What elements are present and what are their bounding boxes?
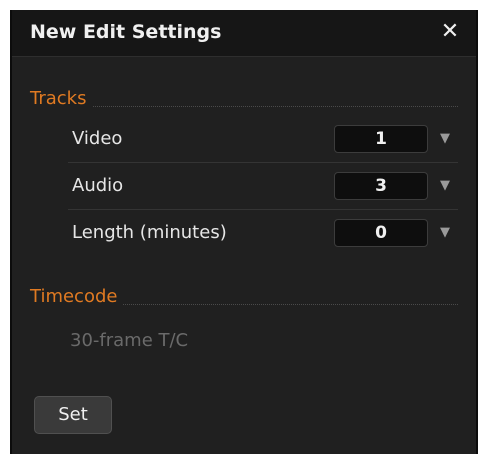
tracks-heading: Tracks (30, 88, 93, 109)
section-divider (30, 106, 458, 107)
audio-tracks-dropdown-icon[interactable]: ▼ (434, 175, 456, 197)
length-minutes-dropdown-icon[interactable]: ▼ (434, 222, 456, 244)
video-tracks-dropdown-icon[interactable]: ▼ (434, 128, 456, 150)
length-minutes-label: Length (minutes) (72, 222, 227, 243)
audio-tracks-label: Audio (72, 175, 124, 196)
timecode-section-header: Timecode (30, 286, 458, 310)
set-button[interactable]: Set (34, 396, 112, 434)
tracks-section-header: Tracks (30, 88, 458, 112)
audio-tracks-input[interactable]: 3 (334, 172, 428, 200)
close-icon[interactable]: ✕ (438, 19, 462, 45)
audio-tracks-row: Audio 3 ▼ (68, 163, 458, 210)
new-edit-settings-dialog: New Edit Settings ✕ Tracks Video 1 ▼ Aud… (10, 10, 478, 454)
dialog-titlebar[interactable]: New Edit Settings ✕ (12, 10, 476, 57)
dialog-title: New Edit Settings (30, 21, 222, 43)
timecode-value: 30-frame T/C (70, 330, 189, 351)
timecode-heading: Timecode (30, 286, 124, 307)
video-tracks-input[interactable]: 1 (334, 125, 428, 153)
length-minutes-row: Length (minutes) 0 ▼ (68, 210, 458, 256)
length-minutes-input[interactable]: 0 (334, 219, 428, 247)
video-tracks-label: Video (72, 128, 123, 149)
video-tracks-row: Video 1 ▼ (68, 116, 458, 163)
